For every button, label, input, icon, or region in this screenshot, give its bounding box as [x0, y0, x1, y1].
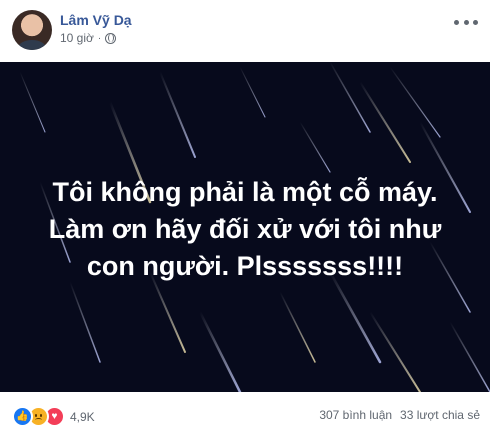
more-options-icon[interactable]	[454, 16, 478, 28]
reaction-summary[interactable]: 👍 ♥ 4,9K	[12, 406, 95, 427]
quote-line-2: Làm ơn hãy đối xử với tôi như	[48, 214, 442, 244]
globe-icon	[105, 32, 117, 44]
like-icon: 👍	[12, 406, 33, 427]
reaction-count: 4,9K	[70, 409, 95, 424]
post-image[interactable]: Tôi không phải là một cỗ máy. Làm ơn hãy…	[0, 62, 490, 392]
facebook-post: Lâm Vỹ Dạ 10 giờ · Tôi không phải là một…	[0, 0, 490, 440]
post-header: Lâm Vỹ Dạ 10 giờ ·	[0, 0, 490, 60]
quote-line-1: Tôi không phải là một cỗ máy.	[52, 177, 438, 207]
author-avatar[interactable]	[12, 10, 52, 50]
image-quote-text: Tôi không phải là một cỗ máy. Làm ơn hãy…	[0, 174, 490, 285]
share-count[interactable]: 33 lượt chia sẻ	[400, 408, 480, 422]
author-name[interactable]: Lâm Vỹ Dạ	[60, 12, 132, 28]
post-meta: 10 giờ ·	[60, 31, 117, 45]
post-timestamp[interactable]: 10 giờ	[60, 31, 94, 45]
quote-line-3: con người. Plsssssss!!!!	[86, 251, 404, 281]
comment-count[interactable]: 307 bình luận	[319, 408, 392, 422]
separator-dot: ·	[97, 32, 102, 44]
engagement-stats: 307 bình luận 33 lượt chia sẻ	[319, 408, 480, 422]
post-footer: 👍 ♥ 4,9K 307 bình luận 33 lượt chia sẻ	[0, 400, 490, 432]
